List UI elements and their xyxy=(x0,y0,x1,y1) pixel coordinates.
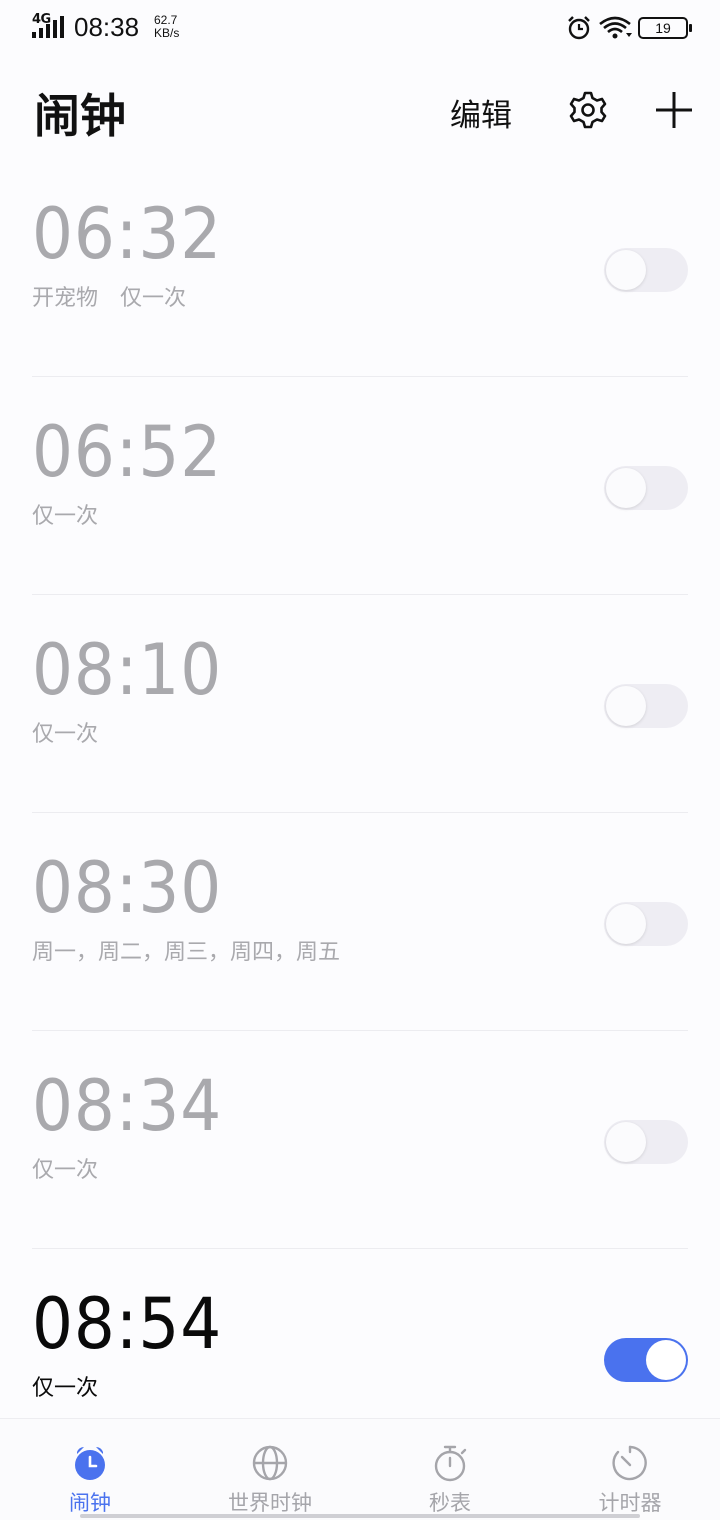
alarm-toggle[interactable] xyxy=(604,466,688,510)
clock-app-screen: 4G 08:38 62.7 KB/s 19 闹钟 编辑 06:32 开宠物 仅一… xyxy=(0,0,720,1520)
app-header: 闹钟 编辑 xyxy=(0,70,720,150)
nav-label: 世界时钟 xyxy=(228,1491,312,1515)
stopwatch-icon xyxy=(434,1445,467,1482)
alarm-toggle[interactable] xyxy=(604,1120,688,1164)
page-title: 闹钟 xyxy=(34,89,126,143)
alarm-toggle[interactable] xyxy=(604,248,688,292)
tab-stopwatch[interactable]: 秒表 xyxy=(360,1419,540,1520)
toggle-knob xyxy=(606,468,646,508)
nav-label: 计时器 xyxy=(598,1491,662,1515)
tab-alarm[interactable]: 闹钟 xyxy=(0,1419,180,1520)
alarm-time: 08:34 xyxy=(32,1065,223,1147)
alarm-item[interactable]: 08:30 周一，周二，周三，周四，周五 xyxy=(0,812,720,1030)
alarm-repeat-label: 周一，周二，周三，周四，周五 xyxy=(32,940,341,965)
alarm-repeat-label: 仅一次 xyxy=(32,504,99,529)
nav-label: 闹钟 xyxy=(69,1491,111,1515)
tab-world-clock[interactable]: 世界时钟 xyxy=(180,1419,360,1520)
plus-icon[interactable] xyxy=(652,88,696,132)
alarm-item[interactable]: 06:32 开宠物 仅一次 xyxy=(0,158,720,376)
alarm-time: 06:52 xyxy=(32,411,223,493)
wifi-icon xyxy=(599,16,632,39)
tab-timer[interactable]: 计时器 xyxy=(540,1419,720,1520)
network-speed: 62.7 KB/s xyxy=(154,14,179,40)
globe-icon xyxy=(252,1445,288,1481)
alarm-time: 08:30 xyxy=(32,847,223,929)
alarm-repeat-label: 仅一次 xyxy=(32,1158,99,1183)
alarm-icon xyxy=(568,16,590,40)
toggle-knob xyxy=(646,1340,686,1380)
home-indicator[interactable] xyxy=(80,1514,640,1518)
alarm-repeat-label: 仅一次 xyxy=(32,722,99,747)
alarm-item[interactable]: 08:10 仅一次 xyxy=(0,594,720,812)
alarm-item[interactable]: 06:52 仅一次 xyxy=(0,376,720,594)
toggle-knob xyxy=(606,250,646,290)
alarm-time: 08:10 xyxy=(32,629,223,711)
battery-level: 19 xyxy=(655,20,671,36)
toggle-knob xyxy=(606,904,646,944)
alarm-toggle[interactable] xyxy=(604,684,688,728)
alarm-time: 08:54 xyxy=(32,1283,223,1365)
timer-icon xyxy=(612,1445,647,1481)
edit-button[interactable]: 编辑 xyxy=(450,90,512,135)
alarm-item[interactable]: 08:34 仅一次 xyxy=(0,1030,720,1248)
status-bar: 4G 08:38 62.7 KB/s 19 xyxy=(0,0,720,56)
alarm-clock-icon xyxy=(75,1447,105,1480)
alarm-repeat-label: 开宠物 仅一次 xyxy=(32,286,187,311)
alarm-toggle[interactable] xyxy=(604,902,688,946)
toggle-knob xyxy=(606,686,646,726)
alarm-time: 06:32 xyxy=(32,193,223,275)
alarm-repeat-label: 仅一次 xyxy=(32,1376,99,1401)
speed-unit: KB/s xyxy=(154,26,180,40)
gear-icon[interactable] xyxy=(566,88,610,132)
nav-label: 秒表 xyxy=(429,1491,471,1515)
network-type: 4G xyxy=(32,12,51,27)
alarm-toggle[interactable] xyxy=(604,1338,688,1382)
battery-icon: 19 xyxy=(638,17,692,39)
toggle-knob xyxy=(606,1122,646,1162)
status-time: 08:38 xyxy=(74,12,140,42)
alarm-list: 06:32 开宠物 仅一次 06:52 仅一次 08:10 仅一次 08:30 … xyxy=(0,158,720,1466)
bottom-nav: 闹钟 世界时钟 秒表 计时器 xyxy=(0,1418,720,1520)
